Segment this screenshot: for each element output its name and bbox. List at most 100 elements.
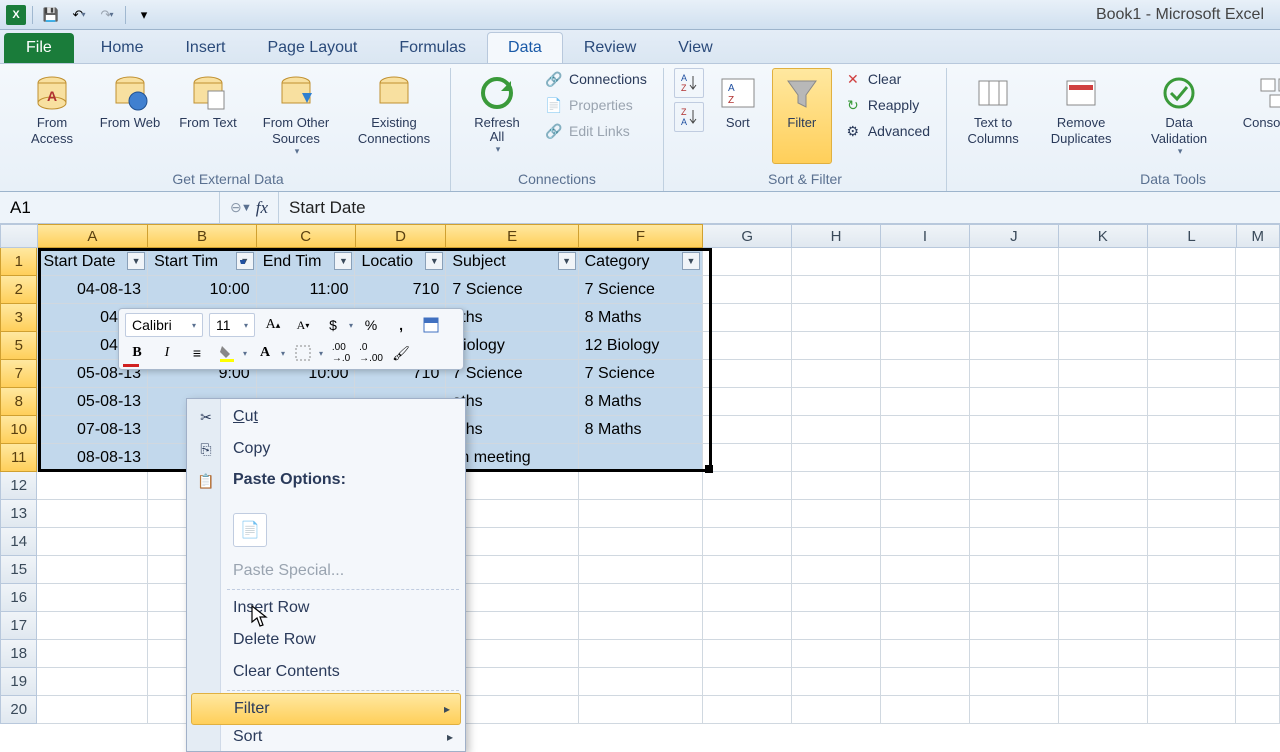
cell-A10[interactable]: 07-08-13	[37, 416, 148, 444]
save-button[interactable]: 💾	[39, 4, 63, 26]
cell-G3[interactable]	[703, 304, 792, 332]
text-to-columns-button[interactable]: Text to Columns	[957, 68, 1029, 164]
cell-J18[interactable]	[970, 640, 1059, 668]
cell-L19[interactable]	[1148, 668, 1237, 696]
cell-K11[interactable]	[1059, 444, 1148, 472]
cell-K12[interactable]	[1059, 472, 1148, 500]
filter-dropdown-B[interactable]: ▼	[236, 252, 254, 270]
cell-G11[interactable]	[703, 444, 792, 472]
cell-J10[interactable]	[970, 416, 1059, 444]
cell-E8[interactable]: aths	[446, 388, 578, 416]
cell-K8[interactable]	[1059, 388, 1148, 416]
cell-L1[interactable]	[1148, 248, 1237, 276]
cell-G16[interactable]	[703, 584, 792, 612]
consolidate-button[interactable]: Consolidate	[1231, 68, 1280, 164]
cell-G12[interactable]	[703, 472, 792, 500]
accounting-format-button[interactable]: $	[321, 313, 345, 337]
cell-F13[interactable]	[579, 500, 703, 528]
format-painter-button[interactable]: 🖌	[389, 341, 413, 365]
row-header-1[interactable]: 1	[0, 248, 37, 276]
cell-L11[interactable]	[1148, 444, 1237, 472]
cell-L18[interactable]	[1148, 640, 1237, 668]
col-header-J[interactable]: J	[970, 224, 1059, 248]
cell-A14[interactable]	[37, 528, 148, 556]
cell-L7[interactable]	[1148, 360, 1237, 388]
cell-E11[interactable]: ch meeting	[446, 444, 578, 472]
row-header-13[interactable]: 13	[0, 500, 37, 528]
cell-I11[interactable]	[881, 444, 970, 472]
connections-button[interactable]: 🔗Connections	[539, 68, 653, 90]
font-size-select[interactable]: 11▾	[209, 313, 255, 337]
from-other-sources-button[interactable]: From Other Sources	[250, 68, 342, 164]
cell-H17[interactable]	[792, 612, 881, 640]
col-header-D[interactable]: D	[356, 224, 447, 248]
cell-G14[interactable]	[703, 528, 792, 556]
cell-E15[interactable]	[446, 556, 578, 584]
cell-B2[interactable]: 10:00	[148, 276, 257, 304]
cell-E14[interactable]	[446, 528, 578, 556]
cell-E3[interactable]: aths	[446, 304, 578, 332]
cell-K7[interactable]	[1059, 360, 1148, 388]
ctx-delete-row[interactable]: Delete Row	[189, 624, 463, 656]
cell-K5[interactable]	[1059, 332, 1148, 360]
cell-D2[interactable]: 710	[355, 276, 446, 304]
cell-J1[interactable]	[970, 248, 1059, 276]
cell-L10[interactable]	[1148, 416, 1237, 444]
cell-F5[interactable]: 12 Biology	[579, 332, 703, 360]
font-family-select[interactable]: Calibri▾	[125, 313, 203, 337]
col-header-L[interactable]: L	[1148, 224, 1237, 248]
cell-J5[interactable]	[970, 332, 1059, 360]
cell-E12[interactable]	[446, 472, 578, 500]
col-header-B[interactable]: B	[148, 224, 257, 248]
cell-H15[interactable]	[792, 556, 881, 584]
tab-data[interactable]: Data	[487, 32, 563, 63]
cell-G10[interactable]	[703, 416, 792, 444]
cell-J11[interactable]	[970, 444, 1059, 472]
advanced-filter-button[interactable]: ⚙Advanced	[838, 120, 936, 142]
cell-L3[interactable]	[1148, 304, 1237, 332]
cell-F2[interactable]: 7 Science	[579, 276, 703, 304]
row-header-11[interactable]: 11	[0, 444, 37, 472]
cell-F12[interactable]	[579, 472, 703, 500]
cell-A19[interactable]	[37, 668, 148, 696]
ctx-cut[interactable]: ✂Cut	[189, 401, 463, 433]
ctx-clear-contents[interactable]: Clear Contents	[189, 656, 463, 688]
row-header-5[interactable]: 5	[0, 332, 37, 360]
row-header-16[interactable]: 16	[0, 584, 37, 612]
filter-button[interactable]: Filter	[772, 68, 832, 164]
cell-I13[interactable]	[881, 500, 970, 528]
redo-button[interactable]: ↷▾	[95, 4, 119, 26]
col-header-G[interactable]: G	[703, 224, 792, 248]
cell-K2[interactable]	[1059, 276, 1148, 304]
cell-G17[interactable]	[703, 612, 792, 640]
cell-G13[interactable]	[703, 500, 792, 528]
col-header-E[interactable]: E	[446, 224, 578, 248]
cell-F14[interactable]	[579, 528, 703, 556]
cell-A1[interactable]: Start Date▼	[37, 248, 148, 276]
filter-dropdown-D[interactable]: ▼	[425, 252, 443, 270]
cell-G1[interactable]	[703, 248, 792, 276]
cell-M12[interactable]	[1236, 472, 1280, 500]
clear-filter-button[interactable]: ✕Clear	[838, 68, 936, 90]
cell-L17[interactable]	[1148, 612, 1237, 640]
col-header-C[interactable]: C	[257, 224, 356, 248]
cell-C1[interactable]: End Tim▼	[257, 248, 356, 276]
cell-M18[interactable]	[1236, 640, 1280, 668]
cell-M15[interactable]	[1236, 556, 1280, 584]
row-header-17[interactable]: 17	[0, 612, 37, 640]
cell-K14[interactable]	[1059, 528, 1148, 556]
sort-asc-button[interactable]: AZ	[674, 68, 704, 98]
filter-dropdown-F[interactable]: ▼	[682, 252, 700, 270]
row-header-15[interactable]: 15	[0, 556, 37, 584]
name-box-input[interactable]	[0, 198, 241, 218]
borders-button[interactable]	[291, 341, 315, 365]
cell-A11[interactable]: 08-08-13	[37, 444, 148, 472]
cell-I5[interactable]	[881, 332, 970, 360]
cell-H16[interactable]	[792, 584, 881, 612]
cell-E17[interactable]	[446, 612, 578, 640]
cell-I1[interactable]	[881, 248, 970, 276]
cell-I19[interactable]	[881, 668, 970, 696]
row-header-14[interactable]: 14	[0, 528, 37, 556]
ctx-sort[interactable]: Sort	[189, 725, 463, 749]
cell-I15[interactable]	[881, 556, 970, 584]
